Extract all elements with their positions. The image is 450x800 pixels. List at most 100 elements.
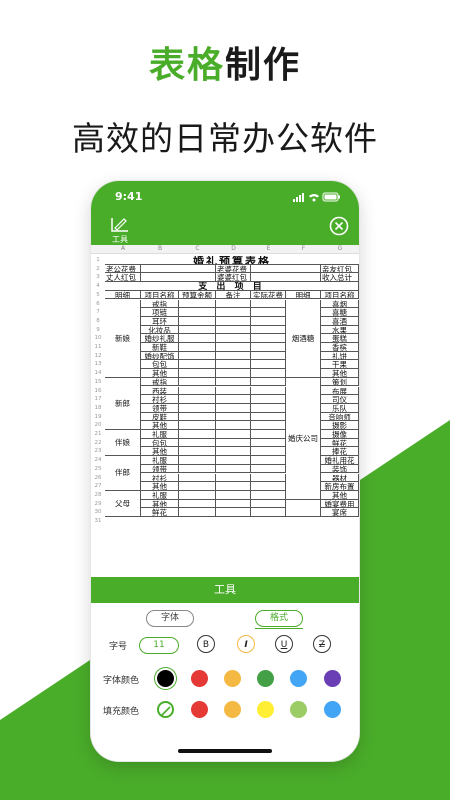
underline-button[interactable]: U <box>275 635 293 653</box>
budget-cell[interactable] <box>179 308 216 317</box>
italic-button[interactable]: I <box>237 635 255 653</box>
row2-label-a[interactable]: 老公花费 <box>105 264 141 274</box>
note-cell[interactable] <box>216 351 251 361</box>
tool-button[interactable]: 工具 <box>108 215 132 244</box>
font-color-swatch[interactable] <box>157 670 174 687</box>
budget-cell[interactable] <box>179 343 216 352</box>
column-header[interactable]: 项目名称 <box>321 290 359 300</box>
left-item-name[interactable]: 其他 <box>141 447 179 457</box>
budget-cell[interactable] <box>179 438 216 448</box>
actual-cell[interactable] <box>251 438 286 448</box>
left-item-name[interactable]: 耳环 <box>141 316 179 326</box>
budget-cell[interactable] <box>179 508 216 517</box>
left-item-name[interactable]: 包包 <box>141 360 179 370</box>
note-cell[interactable] <box>216 369 251 378</box>
note-cell[interactable] <box>216 299 251 309</box>
column-header[interactable]: 明细 <box>286 290 321 300</box>
actual-cell[interactable] <box>251 447 286 457</box>
right-item-name[interactable]: 捧花 <box>321 447 359 457</box>
budget-cell[interactable] <box>179 360 216 370</box>
budget-cell[interactable] <box>179 325 216 335</box>
left-item-name[interactable]: 新鞋 <box>141 343 179 352</box>
right-item-name[interactable]: 婚宴费用 <box>321 499 359 509</box>
budget-cell[interactable] <box>179 499 216 509</box>
left-item-name[interactable]: 其他 <box>141 369 179 378</box>
fill-color-swatch[interactable] <box>290 701 307 718</box>
note-cell[interactable] <box>216 360 251 370</box>
column-header[interactable]: 预算金额 <box>179 290 216 300</box>
actual-cell[interactable] <box>251 316 286 326</box>
note-cell[interactable] <box>216 403 251 413</box>
right-item-name[interactable]: 摄像 <box>321 430 359 439</box>
actual-cell[interactable] <box>251 360 286 370</box>
left-item-name[interactable]: 礼服 <box>141 430 179 439</box>
budget-cell[interactable] <box>179 377 216 387</box>
right-group-name[interactable]: 烟酒糖 <box>286 299 321 378</box>
actual-cell[interactable] <box>251 482 286 491</box>
row2-value[interactable] <box>251 264 321 274</box>
note-cell[interactable] <box>216 395 251 404</box>
left-item-name[interactable]: 西装 <box>141 386 179 396</box>
right-item-name[interactable]: 其他 <box>321 369 359 378</box>
right-item-name[interactable]: 器材 <box>321 473 359 483</box>
note-cell[interactable] <box>216 325 251 335</box>
note-cell[interactable] <box>216 316 251 326</box>
left-group-name[interactable]: 新郎 <box>105 377 141 430</box>
row2-value[interactable] <box>141 264 216 274</box>
left-item-name[interactable]: 婚纱礼服 <box>141 334 179 343</box>
font-color-swatch[interactable] <box>257 670 274 687</box>
row3-label-e[interactable]: 收入总计 <box>321 273 359 283</box>
left-item-name[interactable]: 化妆品 <box>141 325 179 335</box>
note-cell[interactable] <box>216 508 251 517</box>
left-item-name[interactable]: 其他 <box>141 499 179 509</box>
actual-cell[interactable] <box>251 369 286 378</box>
row3-label-a[interactable]: 丈人红包 <box>105 273 141 283</box>
right-item-name[interactable]: 蛋糕 <box>321 334 359 343</box>
right-item-name[interactable]: 喜酒 <box>321 316 359 326</box>
actual-cell[interactable] <box>251 377 286 387</box>
row2-label-c[interactable]: 老婆花费 <box>216 264 251 274</box>
budget-cell[interactable] <box>179 316 216 326</box>
actual-cell[interactable] <box>251 473 286 483</box>
left-item-name[interactable]: 礼服 <box>141 490 179 500</box>
note-cell[interactable] <box>216 430 251 439</box>
right-item-name[interactable]: 鲜花 <box>321 438 359 448</box>
note-cell[interactable] <box>216 308 251 317</box>
right-item-name[interactable]: 喜烟 <box>321 299 359 309</box>
budget-cell[interactable] <box>179 421 216 430</box>
font-color-swatch[interactable] <box>290 670 307 687</box>
actual-cell[interactable] <box>251 343 286 352</box>
note-cell[interactable] <box>216 412 251 422</box>
fill-color-swatch[interactable] <box>324 701 341 718</box>
budget-cell[interactable] <box>179 386 216 396</box>
budget-cell[interactable] <box>179 299 216 309</box>
right-item-name[interactable]: 乐队 <box>321 403 359 413</box>
right-item-name[interactable]: 音响师 <box>321 412 359 422</box>
right-item-name[interactable]: 司仪 <box>321 395 359 404</box>
actual-cell[interactable] <box>251 412 286 422</box>
budget-cell[interactable] <box>179 447 216 457</box>
actual-cell[interactable] <box>251 299 286 309</box>
right-item-name[interactable]: 其他 <box>321 490 359 500</box>
actual-cell[interactable] <box>251 403 286 413</box>
row3-value[interactable] <box>251 273 321 283</box>
right-item-name[interactable]: 布展 <box>321 386 359 396</box>
left-item-name[interactable]: 领带 <box>141 464 179 474</box>
fill-color-swatch[interactable] <box>191 701 208 718</box>
left-item-name[interactable]: 衬衫 <box>141 395 179 404</box>
column-header[interactable]: 明细 <box>105 290 141 300</box>
budget-cell[interactable] <box>179 395 216 404</box>
actual-cell[interactable] <box>251 334 286 343</box>
budget-cell[interactable] <box>179 412 216 422</box>
budget-cell[interactable] <box>179 430 216 439</box>
left-item-name[interactable]: 皮鞋 <box>141 412 179 422</box>
right-item-name[interactable]: 摄影 <box>321 421 359 430</box>
actual-cell[interactable] <box>251 308 286 317</box>
budget-cell[interactable] <box>179 482 216 491</box>
actual-cell[interactable] <box>251 430 286 439</box>
actual-cell[interactable] <box>251 490 286 500</box>
budget-cell[interactable] <box>179 490 216 500</box>
right-item-name[interactable]: 新房布置 <box>321 482 359 491</box>
actual-cell[interactable] <box>251 325 286 335</box>
actual-cell[interactable] <box>251 464 286 474</box>
